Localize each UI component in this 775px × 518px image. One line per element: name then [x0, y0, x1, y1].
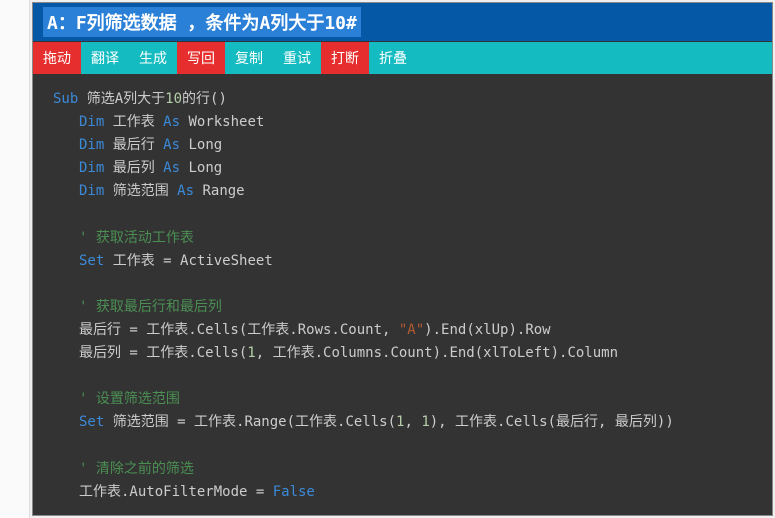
blank-line	[53, 434, 752, 457]
translate-button[interactable]: 翻译	[81, 42, 129, 74]
main-panel: A：F列筛选数据 ，条件为A列大于10# 拖动 翻译 生成 写回 复制 重试 打…	[32, 2, 773, 516]
code-line: Dim 最后列 As Long	[53, 157, 752, 180]
code-line: Dim 工作表 As Worksheet	[53, 111, 752, 134]
left-gutter	[0, 0, 30, 518]
copy-button[interactable]: 复制	[225, 42, 273, 74]
code-line: ' 获取活动工作表	[53, 227, 752, 250]
code-line: 工作表.AutoFilterMode = False	[53, 481, 752, 504]
code-line: Set 筛选范围 = 工作表.Range(工作表.Cells(1, 1), 工作…	[53, 411, 752, 434]
code-line: Dim 最后行 As Long	[53, 134, 752, 157]
code-line: ' 设置筛选范围	[53, 388, 752, 411]
interrupt-button[interactable]: 打断	[321, 42, 369, 74]
code-line: Dim 筛选范围 As Range	[53, 180, 752, 203]
collapse-button[interactable]: 折叠	[369, 42, 417, 74]
code-line: Set 工作表 = ActiveSheet	[53, 250, 752, 273]
code-line: 最后行 = 工作表.Cells(工作表.Rows.Count, "A").End…	[53, 319, 752, 342]
code-line: ' 清除之前的筛选	[53, 458, 752, 481]
code-line: ' 获取最后行和最后列	[53, 296, 752, 319]
blank-line	[53, 203, 752, 226]
blank-line	[53, 273, 752, 296]
drag-button[interactable]: 拖动	[33, 42, 81, 74]
title-text: A：F列筛选数据 ，条件为A列大于10#	[43, 7, 361, 37]
writeback-button[interactable]: 写回	[177, 42, 225, 74]
code-line: 最后列 = 工作表.Cells(1, 工作表.Columns.Count).En…	[53, 342, 752, 365]
code-area[interactable]: Sub 筛选A列大于10的行() Dim 工作表 As Worksheet Di…	[33, 74, 772, 515]
blank-line	[53, 504, 752, 515]
blank-line	[53, 365, 752, 388]
retry-button[interactable]: 重试	[273, 42, 321, 74]
toolbar: 拖动 翻译 生成 写回 复制 重试 打断 折叠	[33, 41, 772, 74]
title-bar: A：F列筛选数据 ，条件为A列大于10#	[33, 3, 772, 41]
code-line: Sub 筛选A列大于10的行()	[53, 88, 752, 111]
generate-button[interactable]: 生成	[129, 42, 177, 74]
